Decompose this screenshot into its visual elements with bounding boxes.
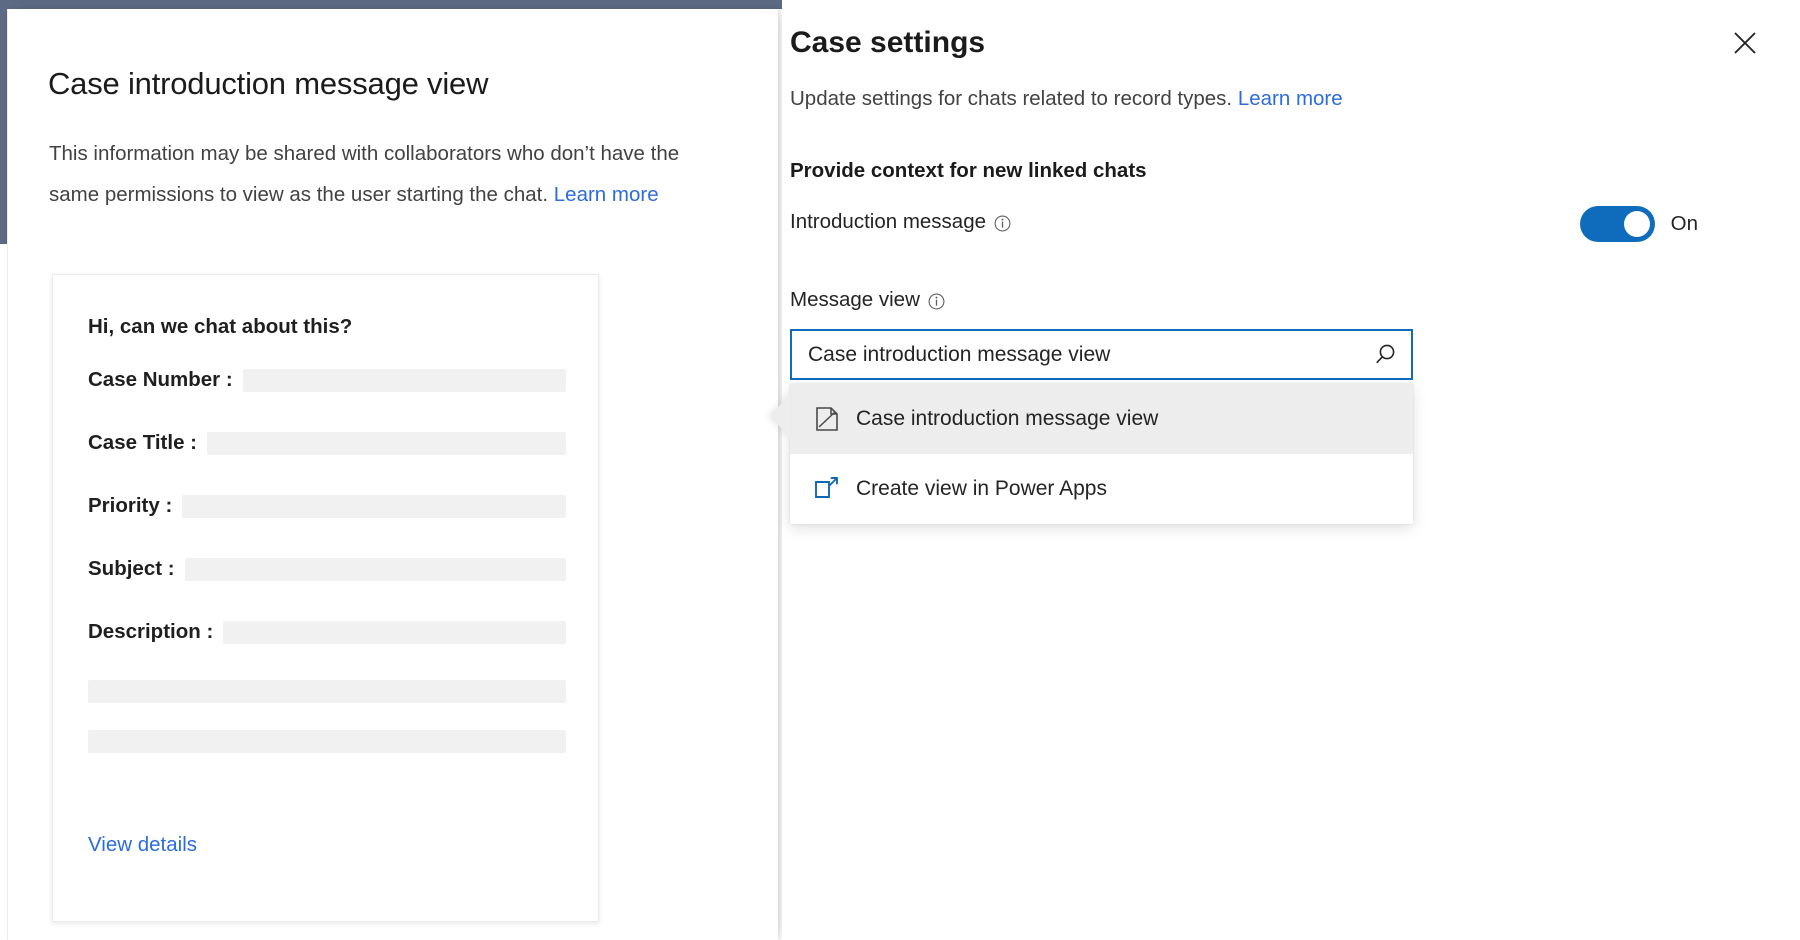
card-field-label: Priority : xyxy=(88,494,172,518)
message-view-label: Message view xyxy=(790,288,920,312)
message-view-dropdown: Case introduction message view Create vi… xyxy=(790,384,1413,524)
introduction-message-label-group: Introduction message xyxy=(790,210,1011,234)
case-settings-pane: Case settings Update settings for chats … xyxy=(782,0,1800,940)
view-grid-icon xyxy=(812,406,842,432)
close-icon xyxy=(1732,30,1758,56)
card-greeting-text: Hi, can we chat about this? xyxy=(88,315,352,339)
introduction-message-toggle-group: On xyxy=(1580,206,1698,242)
view-details-link[interactable]: View details xyxy=(88,833,197,857)
card-field-label: Description : xyxy=(88,620,213,644)
preview-panel-description: This information may be shared with coll… xyxy=(49,133,729,215)
preview-learn-more-link[interactable]: Learn more xyxy=(554,183,659,206)
dropdown-option-label: Case introduction message view xyxy=(856,407,1158,431)
card-field-placeholder-bar xyxy=(207,432,566,455)
card-field-row: Description : xyxy=(88,620,566,644)
open-in-new-icon xyxy=(812,477,842,501)
card-field-row: Case Number : xyxy=(88,368,566,392)
close-button[interactable] xyxy=(1722,20,1768,66)
dropdown-beak xyxy=(770,394,790,438)
introduction-message-card: Hi, can we chat about this? Case Number … xyxy=(52,274,599,922)
message-view-preview-panel: Case introduction message view This info… xyxy=(7,9,778,940)
card-field-row: Priority : xyxy=(88,494,566,518)
search-icon[interactable] xyxy=(1359,341,1411,369)
message-view-label-group: Message view xyxy=(790,288,945,312)
dropdown-option-label: Create view in Power Apps xyxy=(856,477,1107,501)
card-field-row: Subject : xyxy=(88,557,566,581)
info-icon[interactable] xyxy=(994,214,1011,231)
window-top-accent-bar xyxy=(0,0,782,9)
card-field-placeholder-bar xyxy=(185,558,566,581)
card-description-bar xyxy=(88,680,566,703)
preview-panel-title: Case introduction message view xyxy=(48,66,488,102)
dropdown-option-create-view-in-power-apps[interactable]: Create view in Power Apps xyxy=(790,454,1413,524)
page-title: Case settings xyxy=(790,26,985,60)
toggle-knob xyxy=(1624,211,1650,237)
introduction-message-label: Introduction message xyxy=(790,210,986,234)
settings-learn-more-link[interactable]: Learn more xyxy=(1238,87,1343,110)
page-subtitle: Update settings for chats related to rec… xyxy=(790,87,1343,111)
section-heading: Provide context for new linked chats xyxy=(790,159,1147,183)
introduction-message-toggle[interactable] xyxy=(1580,206,1655,242)
card-field-label: Case Number : xyxy=(88,368,233,392)
page-subtitle-text: Update settings for chats related to rec… xyxy=(790,87,1238,110)
card-description-bar xyxy=(88,730,566,753)
card-field-placeholder-bar xyxy=(243,369,566,392)
message-view-combobox[interactable]: Case introduction message view xyxy=(790,329,1413,380)
dropdown-option-case-introduction-message-view[interactable]: Case introduction message view xyxy=(790,384,1413,454)
card-field-placeholder-bar xyxy=(182,495,566,518)
card-field-row: Case Title : xyxy=(88,431,566,455)
info-icon[interactable] xyxy=(928,292,945,309)
window-left-accent-bar xyxy=(0,0,7,244)
card-field-label: Subject : xyxy=(88,557,175,581)
toggle-state-label: On xyxy=(1671,212,1698,236)
card-field-label: Case Title : xyxy=(88,431,197,455)
introduction-message-row: Introduction message On xyxy=(790,210,1760,250)
card-field-placeholder-bar xyxy=(223,621,566,644)
message-view-input[interactable]: Case introduction message view xyxy=(792,343,1359,367)
